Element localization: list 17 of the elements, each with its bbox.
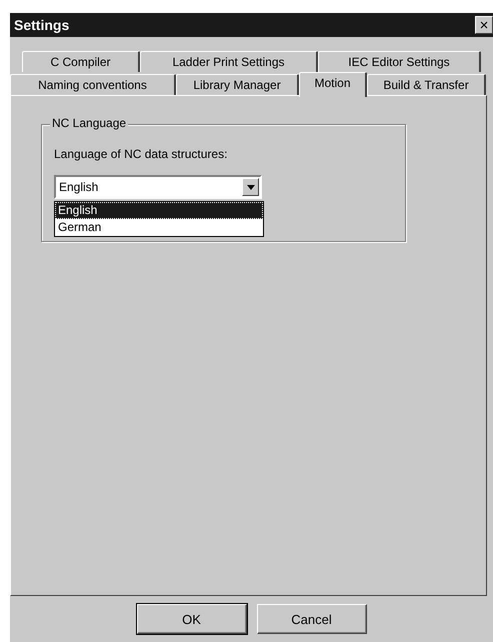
dropdown-arrow-icon[interactable] xyxy=(246,184,254,190)
default-button[interactable]: OK xyxy=(136,604,246,634)
window-title: Settings xyxy=(14,17,70,33)
close-button[interactable]: × xyxy=(475,16,493,34)
tab[interactable]: Naming conventions xyxy=(10,74,176,95)
tab[interactable]: IEC Editor Settings xyxy=(318,51,481,72)
tab[interactable]: Ladder Print Settings xyxy=(140,51,318,72)
tab[interactable]: Motion xyxy=(299,72,367,97)
field-label: Language of NC data structures: xyxy=(54,147,228,161)
group-title: NC Language xyxy=(50,116,128,130)
tab[interactable]: Build & Transfer xyxy=(367,74,486,95)
tab[interactable]: Library Manager xyxy=(176,74,299,95)
tab[interactable]: C Compiler xyxy=(22,51,140,72)
dropdown-value: English xyxy=(59,180,98,194)
dropdown-option[interactable]: English xyxy=(55,202,263,219)
dropdown-option[interactable]: German xyxy=(55,219,263,236)
dialog-button[interactable]: Cancel xyxy=(256,604,366,634)
